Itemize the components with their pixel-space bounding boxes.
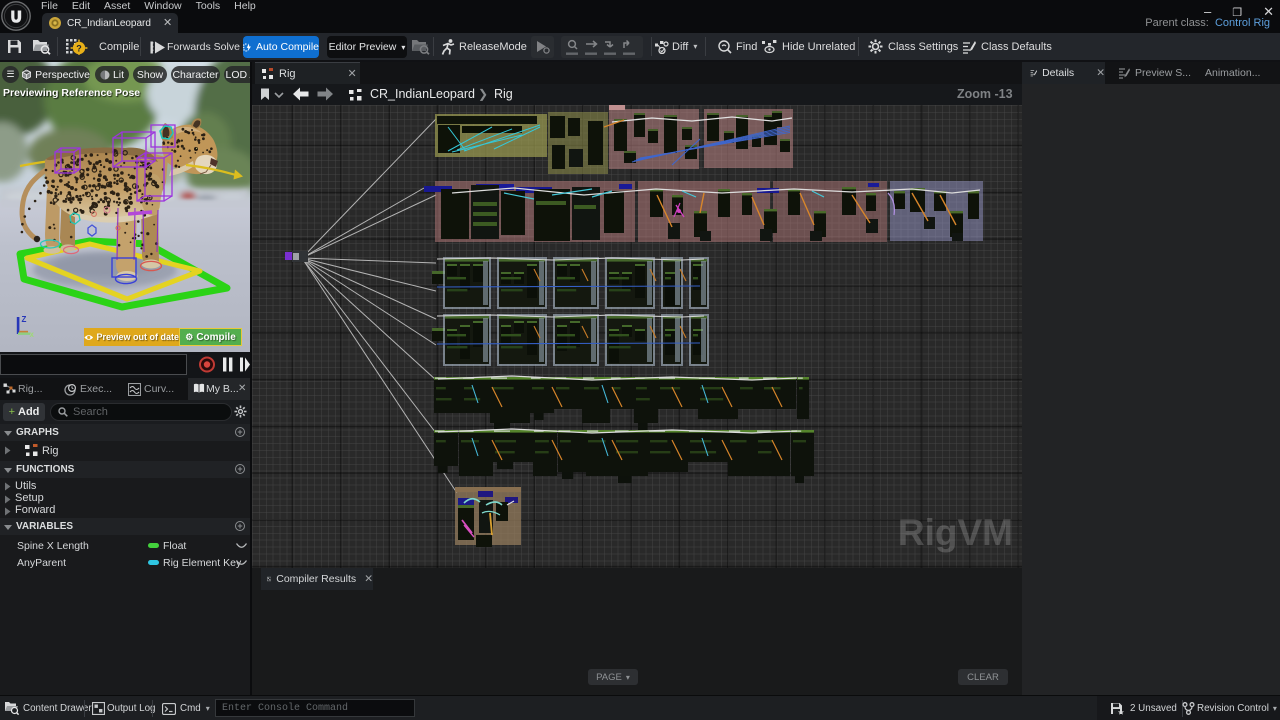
svg-text:x: x <box>30 330 35 339</box>
svg-text:Z: Z <box>22 315 27 324</box>
svg-text:?: ? <box>76 43 82 53</box>
